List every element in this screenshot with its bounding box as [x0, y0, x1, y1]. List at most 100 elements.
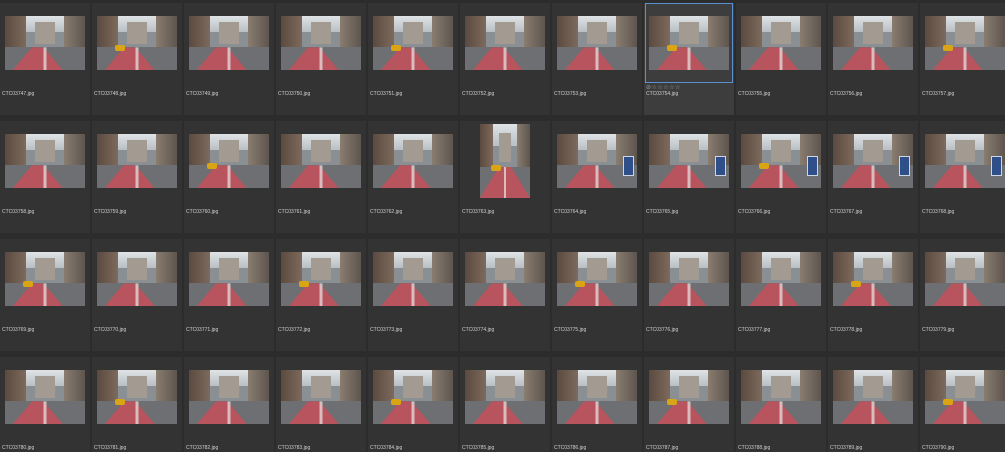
thumbnail-cell[interactable]: CTC03779.jpg: [920, 239, 1005, 351]
photo-thumbnail[interactable]: [189, 16, 269, 70]
thumbnail-frame[interactable]: [93, 357, 181, 437]
thumbnail-frame[interactable]: [1, 3, 89, 83]
thumbnail-frame[interactable]: [829, 121, 917, 201]
photo-thumbnail[interactable]: [97, 16, 177, 70]
thumbnail-frame[interactable]: [369, 357, 457, 437]
photo-thumbnail[interactable]: [741, 134, 821, 188]
thumbnail-frame[interactable]: [829, 357, 917, 437]
photo-thumbnail[interactable]: [465, 252, 545, 306]
photo-thumbnail[interactable]: [925, 252, 1005, 306]
thumbnail-frame[interactable]: [737, 357, 825, 437]
thumbnail-frame[interactable]: [93, 3, 181, 83]
thumbnail-frame[interactable]: [461, 357, 549, 437]
thumbnail-cell[interactable]: CTC03758.jpg: [0, 121, 90, 233]
thumbnail-frame[interactable]: [185, 239, 273, 319]
thumbnail-cell[interactable]: CTC03764.jpg: [552, 121, 642, 233]
thumbnail-cell[interactable]: CTC03778.jpg: [828, 239, 918, 351]
thumbnail-cell[interactable]: CTC03776.jpg: [644, 239, 734, 351]
thumbnail-cell[interactable]: CTC03763.jpg: [460, 121, 550, 233]
photo-thumbnail[interactable]: [189, 370, 269, 424]
photo-thumbnail[interactable]: [925, 370, 1005, 424]
photo-thumbnail[interactable]: [97, 134, 177, 188]
photo-thumbnail[interactable]: [557, 370, 637, 424]
thumbnail-cell[interactable]: CTC03777.jpg: [736, 239, 826, 351]
photo-thumbnail[interactable]: [925, 16, 1005, 70]
photo-thumbnail[interactable]: [189, 134, 269, 188]
thumbnail-frame[interactable]: [185, 121, 273, 201]
thumbnail-frame[interactable]: [185, 3, 273, 83]
thumbnail-frame[interactable]: [829, 3, 917, 83]
thumbnail-cell[interactable]: CTC03784.jpg: [368, 357, 458, 452]
thumbnail-cell[interactable]: CTC03748.jpg: [92, 3, 182, 115]
thumbnail-cell[interactable]: CTC03785.jpg: [460, 357, 550, 452]
thumbnail-frame[interactable]: [461, 121, 549, 201]
photo-thumbnail[interactable]: [833, 370, 913, 424]
thumbnail-cell[interactable]: CTC03788.jpg: [736, 357, 826, 452]
photo-thumbnail[interactable]: [833, 134, 913, 188]
thumbnail-frame[interactable]: [737, 3, 825, 83]
thumbnail-frame[interactable]: [369, 121, 457, 201]
thumbnail-frame[interactable]: [461, 239, 549, 319]
thumbnail-cell[interactable]: CTC03760.jpg: [184, 121, 274, 233]
photo-thumbnail[interactable]: [97, 252, 177, 306]
photo-thumbnail[interactable]: [5, 16, 85, 70]
photo-thumbnail[interactable]: [649, 134, 729, 188]
thumbnail-cell[interactable]: CTC03752.jpg: [460, 3, 550, 115]
photo-thumbnail[interactable]: [5, 370, 85, 424]
thumbnail-cell[interactable]: CTC03747.jpg: [0, 3, 90, 115]
thumbnail-cell[interactable]: CTC03769.jpg: [0, 239, 90, 351]
thumbnail-frame[interactable]: [277, 357, 365, 437]
thumbnail-cell[interactable]: ⊘☆☆☆☆☆ CTC03754.jpg: [644, 3, 734, 115]
photo-thumbnail[interactable]: [281, 252, 361, 306]
thumbnail-frame[interactable]: [277, 3, 365, 83]
photo-thumbnail[interactable]: [281, 370, 361, 424]
thumbnail-cell[interactable]: CTC03765.jpg: [644, 121, 734, 233]
thumbnail-cell[interactable]: CTC03770.jpg: [92, 239, 182, 351]
thumbnail-cell[interactable]: CTC03774.jpg: [460, 239, 550, 351]
thumbnail-frame[interactable]: [645, 357, 733, 437]
photo-thumbnail[interactable]: [281, 134, 361, 188]
thumbnail-frame[interactable]: [645, 3, 733, 83]
thumbnail-cell[interactable]: CTC03771.jpg: [184, 239, 274, 351]
thumbnail-frame[interactable]: [921, 357, 1005, 437]
thumbnail-cell[interactable]: CTC03756.jpg: [828, 3, 918, 115]
photo-thumbnail[interactable]: [465, 370, 545, 424]
thumbnail-cell[interactable]: CTC03751.jpg: [368, 3, 458, 115]
thumbnail-cell[interactable]: CTC03789.jpg: [828, 357, 918, 452]
photo-thumbnail[interactable]: [189, 252, 269, 306]
thumbnail-frame[interactable]: [645, 239, 733, 319]
thumbnail-frame[interactable]: [369, 3, 457, 83]
photo-thumbnail[interactable]: [649, 252, 729, 306]
thumbnail-frame[interactable]: [1, 239, 89, 319]
thumbnail-frame[interactable]: [93, 121, 181, 201]
thumbnail-cell[interactable]: CTC03757.jpg: [920, 3, 1005, 115]
photo-thumbnail[interactable]: [741, 252, 821, 306]
thumbnail-cell[interactable]: CTC03782.jpg: [184, 357, 274, 452]
photo-thumbnail[interactable]: [97, 370, 177, 424]
photo-thumbnail[interactable]: [5, 252, 85, 306]
photo-thumbnail[interactable]: [480, 124, 530, 198]
rating-stars[interactable]: ⊘☆☆☆☆☆: [646, 84, 681, 91]
thumbnail-cell[interactable]: CTC03749.jpg: [184, 3, 274, 115]
thumbnail-cell[interactable]: CTC03781.jpg: [92, 357, 182, 452]
thumbnail-cell[interactable]: CTC03773.jpg: [368, 239, 458, 351]
thumbnail-frame[interactable]: [829, 239, 917, 319]
thumbnail-cell[interactable]: CTC03755.jpg: [736, 3, 826, 115]
thumbnail-frame[interactable]: [645, 121, 733, 201]
thumbnail-cell[interactable]: CTC03767.jpg: [828, 121, 918, 233]
thumbnail-frame[interactable]: [921, 121, 1005, 201]
photo-thumbnail[interactable]: [833, 16, 913, 70]
thumbnail-cell[interactable]: CTC03790.jpg: [920, 357, 1005, 452]
thumbnail-cell[interactable]: CTC03759.jpg: [92, 121, 182, 233]
photo-thumbnail[interactable]: [833, 252, 913, 306]
thumbnail-frame[interactable]: [277, 239, 365, 319]
thumbnail-frame[interactable]: [921, 239, 1005, 319]
thumbnail-frame[interactable]: [553, 3, 641, 83]
thumbnail-frame[interactable]: [461, 3, 549, 83]
thumbnail-cell[interactable]: CTC03766.jpg: [736, 121, 826, 233]
photo-thumbnail[interactable]: [465, 16, 545, 70]
photo-thumbnail[interactable]: [557, 252, 637, 306]
thumbnail-frame[interactable]: [737, 121, 825, 201]
thumbnail-frame[interactable]: [553, 357, 641, 437]
photo-thumbnail[interactable]: [373, 370, 453, 424]
